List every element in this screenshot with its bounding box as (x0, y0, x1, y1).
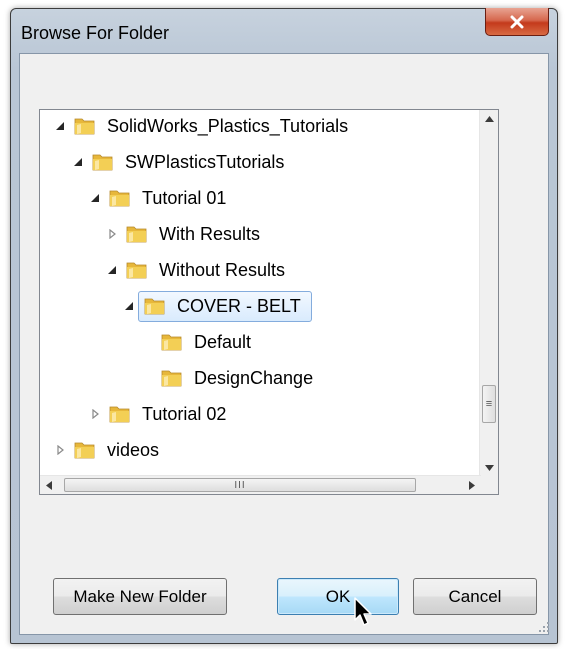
tree-item[interactable]: videos (51, 436, 163, 464)
tree-item[interactable]: With Results (103, 220, 264, 248)
horizontal-thumb-grip: III (234, 479, 246, 491)
window-title: Browse For Folder (21, 23, 170, 43)
tree-item-content[interactable]: Default (156, 330, 255, 355)
close-icon (509, 15, 525, 29)
triangle-collapsed-icon[interactable] (51, 436, 69, 464)
scroll-left-arrow-icon[interactable] (40, 476, 58, 494)
tree-item-label: With Results (159, 223, 261, 244)
triangle-expanded-icon[interactable] (103, 256, 121, 284)
triangle-collapsed-icon[interactable] (86, 400, 104, 428)
tree-item-content[interactable]: Tutorial 01 (104, 186, 230, 211)
tree-item-content[interactable]: Without Results (121, 258, 289, 283)
horizontal-scrollbar[interactable]: III (40, 475, 481, 494)
vertical-scrollbar[interactable]: ≡ (479, 110, 498, 477)
cancel-button[interactable]: Cancel (413, 578, 537, 615)
horizontal-scroll-thumb[interactable]: III (64, 478, 416, 492)
tree-item-label: SolidWorks_Plastics_Tutorials (107, 115, 349, 136)
folder-tree-view: SolidWorks_Plastics_Tutorials SWPlasticsT… (40, 110, 481, 477)
folder-icon (108, 402, 132, 426)
tree-item[interactable]: DesignChange (138, 364, 317, 392)
tree-item-label: COVER - BELT (177, 295, 301, 316)
folder-icon (160, 330, 184, 354)
tree-item[interactable]: Tutorial 01 (86, 184, 230, 212)
tree-item[interactable]: COVER - BELT (120, 290, 312, 322)
tree-item-content[interactable]: SWPlasticsTutorials (87, 150, 288, 175)
folder-icon (160, 366, 184, 390)
tree-item-label: Tutorial 02 (142, 403, 227, 424)
triangle-expanded-icon[interactable] (120, 292, 138, 320)
folder-icon (108, 186, 132, 210)
ok-button[interactable]: OK (277, 578, 399, 615)
make-new-folder-button[interactable]: Make New Folder (53, 578, 227, 615)
folder-icon (143, 294, 167, 318)
vertical-scroll-thumb[interactable]: ≡ (482, 385, 496, 423)
title-bar[interactable]: Browse For Folder (11, 8, 557, 55)
tree-item-label: Without Results (159, 259, 286, 280)
tree-item-label: Tutorial 01 (142, 187, 227, 208)
tree-item-label: DesignChange (194, 367, 314, 388)
folder-icon (73, 438, 97, 462)
resize-grip-icon[interactable] (538, 620, 550, 638)
mouse-pointer-icon (354, 597, 374, 632)
scrollbar-corner (480, 476, 498, 494)
triangle-expanded-icon[interactable] (51, 112, 69, 140)
triangle-expanded-icon[interactable] (69, 148, 87, 176)
tree-item-content[interactable]: videos (69, 438, 163, 463)
tree-item-content[interactable]: With Results (121, 222, 264, 247)
tree-item-content[interactable]: SolidWorks_Plastics_Tutorials (69, 114, 352, 139)
folder-icon (125, 222, 149, 246)
scroll-up-arrow-icon[interactable] (480, 110, 498, 128)
tree-item-label: Default (194, 331, 252, 352)
tree-item-label: SWPlasticsTutorials (125, 151, 285, 172)
selected-tree-item[interactable]: COVER - BELT (138, 290, 312, 322)
scroll-down-arrow-icon[interactable] (480, 459, 498, 477)
tree-item[interactable]: SWPlasticsTutorials (69, 148, 288, 176)
scroll-right-arrow-icon[interactable] (463, 476, 481, 494)
close-button[interactable] (485, 8, 549, 36)
folder-icon (125, 258, 149, 282)
triangle-expanded-icon[interactable] (86, 184, 104, 212)
tree-item[interactable]: Without Results (103, 256, 289, 284)
folder-tree[interactable]: SolidWorks_Plastics_Tutorials SWPlasticsT… (39, 109, 499, 495)
vertical-thumb-grip: ≡ (485, 397, 493, 410)
tree-item-content[interactable]: DesignChange (156, 366, 317, 391)
folder-icon (91, 150, 115, 174)
tree-item[interactable]: SolidWorks_Plastics_Tutorials (51, 112, 352, 140)
tree-item[interactable]: Tutorial 02 (86, 400, 230, 428)
folder-icon (73, 114, 97, 138)
tree-item-content[interactable]: Tutorial 02 (104, 402, 230, 427)
tree-item-label: videos (107, 439, 160, 460)
triangle-collapsed-icon[interactable] (103, 220, 121, 248)
tree-item[interactable]: Default (138, 328, 255, 356)
